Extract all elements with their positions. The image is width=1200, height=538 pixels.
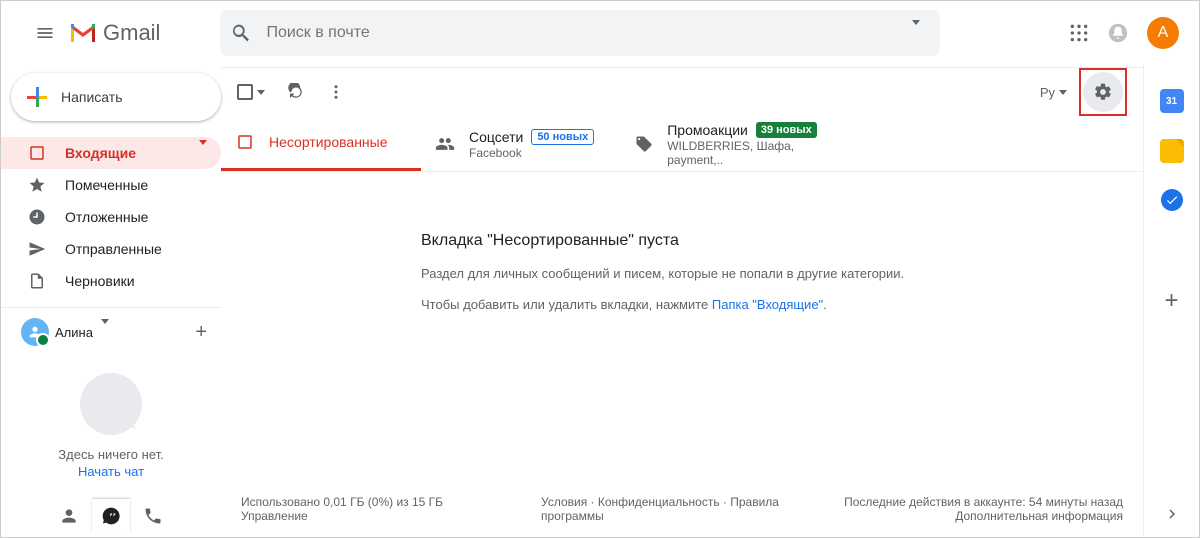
unread-badge: 50 новых <box>531 129 594 145</box>
start-chat-link[interactable]: Начать чат <box>78 464 144 479</box>
toolbar: Ру <box>221 68 1143 116</box>
footer-policies[interactable]: Условия · Конфиденциальность · Правила п… <box>541 495 784 523</box>
collapse-rightbar-button[interactable] <box>1163 505 1181 523</box>
inbox-settings-link[interactable]: Папка "Входящие" <box>712 297 823 312</box>
people-icon <box>435 134 455 154</box>
keep-addon[interactable] <box>1160 139 1184 163</box>
inbox-icon <box>235 132 255 152</box>
storage-used: Использовано 0,01 ГБ (0%) из 15 ГБ <box>241 495 481 509</box>
hangouts-tab-contacts[interactable] <box>50 499 88 533</box>
main: Ру Несортированные Соцсети <box>221 67 1143 537</box>
apps-grid-icon[interactable] <box>1069 23 1089 43</box>
empty-line2: Чтобы добавить или удалить вкладки, нажм… <box>421 297 1119 312</box>
gmail-logo[interactable]: Gmail <box>69 20 160 46</box>
search-options-caret[interactable] <box>902 21 930 45</box>
footer: Использовано 0,01 ГБ (0%) из 15 ГБ Управ… <box>221 481 1143 537</box>
star-icon <box>27 175 47 195</box>
settings-highlight-box <box>1079 68 1127 116</box>
last-activity: Последние действия в аккаунте: 54 минуты… <box>844 495 1123 509</box>
hangouts-tab-chat[interactable] <box>92 499 130 533</box>
empty-state: Вкладка "Несортированные" пуста Раздел д… <box>221 172 1143 481</box>
nav-starred[interactable]: Помеченные <box>1 169 221 201</box>
right-sidebar: 31 + <box>1143 65 1199 537</box>
checkbox-icon <box>237 84 253 100</box>
document-icon <box>27 271 47 291</box>
empty-line1: Раздел для личных сообщений и писем, кот… <box>421 266 1119 281</box>
compose-button[interactable]: Написать <box>11 73 221 121</box>
search-box[interactable] <box>220 10 940 56</box>
header: Gmail А <box>1 1 1199 65</box>
plus-icon <box>25 85 49 109</box>
nav-drafts[interactable]: Черновики <box>1 265 221 297</box>
tab-social[interactable]: Соцсети 50 новых Facebook <box>421 116 621 171</box>
hangouts-tab-phone[interactable] <box>134 499 172 533</box>
refresh-button[interactable] <box>287 83 305 101</box>
nav-snoozed[interactable]: Отложенные <box>1 201 221 233</box>
hangouts-user-row[interactable]: Алина + <box>1 307 221 346</box>
settings-gear-button[interactable] <box>1083 72 1123 112</box>
nav-sent[interactable]: Отправленные <box>1 233 221 265</box>
empty-title: Вкладка "Несортированные" пуста <box>421 232 1119 250</box>
header-icons: А <box>1069 17 1179 49</box>
send-icon <box>27 239 47 259</box>
more-button[interactable] <box>327 83 345 101</box>
search-icon <box>230 22 252 44</box>
input-language-button[interactable]: Ру <box>1040 85 1067 100</box>
user-avatar-icon <box>21 318 49 346</box>
tag-icon <box>635 134 653 154</box>
activity-details-link[interactable]: Дополнительная информация <box>844 509 1123 523</box>
chevron-down-icon <box>1059 90 1067 95</box>
add-addon-button[interactable]: + <box>1164 287 1178 315</box>
nav: Входящие Помеченные Отложенные Отправлен… <box>1 137 221 297</box>
search-input[interactable] <box>266 24 902 42</box>
tab-promotions[interactable]: Промоакции 39 новых WILDBERRIES, Шафа, p… <box>621 116 851 171</box>
chevron-down-icon <box>257 90 265 95</box>
calendar-addon[interactable]: 31 <box>1160 89 1184 113</box>
select-all-checkbox[interactable] <box>237 84 265 100</box>
unread-badge: 39 новых <box>756 122 817 138</box>
gmail-wordmark: Gmail <box>103 20 160 46</box>
account-avatar[interactable]: А <box>1147 17 1179 49</box>
tasks-addon[interactable] <box>1161 189 1183 211</box>
gmail-m-icon <box>69 22 97 44</box>
notifications-bell-icon[interactable] <box>1107 22 1129 44</box>
inbox-icon <box>27 143 47 163</box>
manage-storage-link[interactable]: Управление <box>241 509 481 523</box>
hangouts-empty: Здесь ничего нет. Начать чат <box>1 346 221 499</box>
chevron-down-icon <box>101 324 109 340</box>
category-tabs: Несортированные Соцсети 50 новых Faceboo… <box>221 116 1143 172</box>
clock-icon <box>27 207 47 227</box>
nav-inbox[interactable]: Входящие <box>1 137 221 169</box>
new-chat-plus-button[interactable]: + <box>195 321 207 344</box>
collapse-caret-icon <box>199 145 207 161</box>
sidebar: Написать Входящие Помеченные Отложенные … <box>1 65 221 537</box>
hangouts-tabs <box>1 499 221 537</box>
hamburger-menu-button[interactable] <box>21 9 69 57</box>
tab-primary[interactable]: Несортированные <box>221 116 421 171</box>
search-wrap <box>220 10 979 56</box>
speech-bubble-icon <box>80 373 142 435</box>
